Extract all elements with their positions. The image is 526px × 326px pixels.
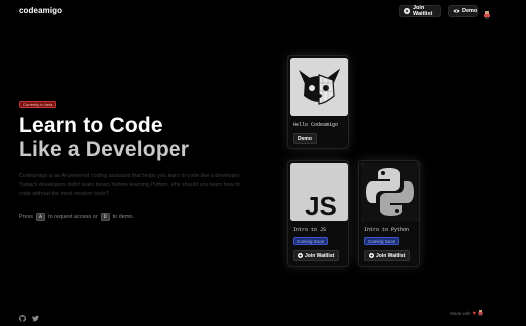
author-avatar-icon[interactable] <box>478 310 483 317</box>
plus-circle-icon <box>404 8 410 14</box>
card-title: Intro to JS <box>293 227 327 233</box>
key-a[interactable]: A <box>36 213 46 221</box>
card-button-label: Join Waitlist <box>305 252 335 259</box>
hero-description: Codeamigo is an AI powered coding assist… <box>19 173 241 197</box>
card-title: Hello Codeamigo <box>293 122 339 128</box>
beta-badge: Currently in beta <box>19 101 57 108</box>
coming-soon-badge: Coming Soon <box>293 237 329 245</box>
made-with-love: Made with ♥ <box>450 310 483 317</box>
twitter-icon[interactable] <box>32 309 39 322</box>
eye-icon <box>453 8 460 14</box>
heart-icon: ♥ <box>472 310 477 317</box>
demo-label: Demo <box>462 8 478 14</box>
logo[interactable]: codeamigo <box>19 6 62 15</box>
course-card-intro-to-js[interactable]: JS Intro to JS Coming Soon Join Waitlist <box>287 160 349 267</box>
made-with-text: Made with <box>450 311 471 316</box>
js-logo-image: JS <box>290 163 348 221</box>
course-card-hello-codeamigo[interactable]: Hello Codeamigo Demo <box>287 55 349 149</box>
python-logo-image <box>361 163 419 221</box>
card-demo-button[interactable]: Demo <box>293 133 317 144</box>
github-icon[interactable] <box>19 309 26 322</box>
course-card-intro-to-python[interactable]: Intro to Python Coming Soon Join Waitlis… <box>358 160 420 267</box>
plus-circle-icon <box>369 253 374 258</box>
card-title: Intro to Python <box>364 227 410 233</box>
join-waitlist-button[interactable]: Join Waitlist <box>399 5 441 17</box>
card-button-label: Join Waitlist <box>376 252 406 259</box>
hero-title-line1: Learn to Code <box>19 114 163 137</box>
card-join-waitlist-button[interactable]: Join Waitlist <box>364 250 411 261</box>
press-suffix: to demo. <box>112 214 134 220</box>
js-logo-text: JS <box>305 191 337 221</box>
demo-button[interactable]: Demo <box>448 5 478 17</box>
join-waitlist-label: Join Waitlist <box>413 5 433 17</box>
avatar-icon[interactable] <box>484 6 490 19</box>
press-mid: to request access or <box>48 214 98 220</box>
card-join-waitlist-button[interactable]: Join Waitlist <box>293 250 340 261</box>
keyboard-hint: Press A to request access or D to demo. <box>19 213 134 221</box>
key-d[interactable]: D <box>100 213 110 221</box>
hero-title-line2: Like a Developer <box>19 138 190 161</box>
press-prefix: Press <box>19 214 34 220</box>
codeamigo-mascot-image <box>290 58 348 116</box>
plus-circle-icon <box>298 253 303 258</box>
coming-soon-badge: Coming Soon <box>364 237 400 245</box>
hero-title: Learn to Code Like a Developer <box>19 114 259 162</box>
page: codeamigo Join Waitlist Demo Currently i… <box>0 0 526 326</box>
